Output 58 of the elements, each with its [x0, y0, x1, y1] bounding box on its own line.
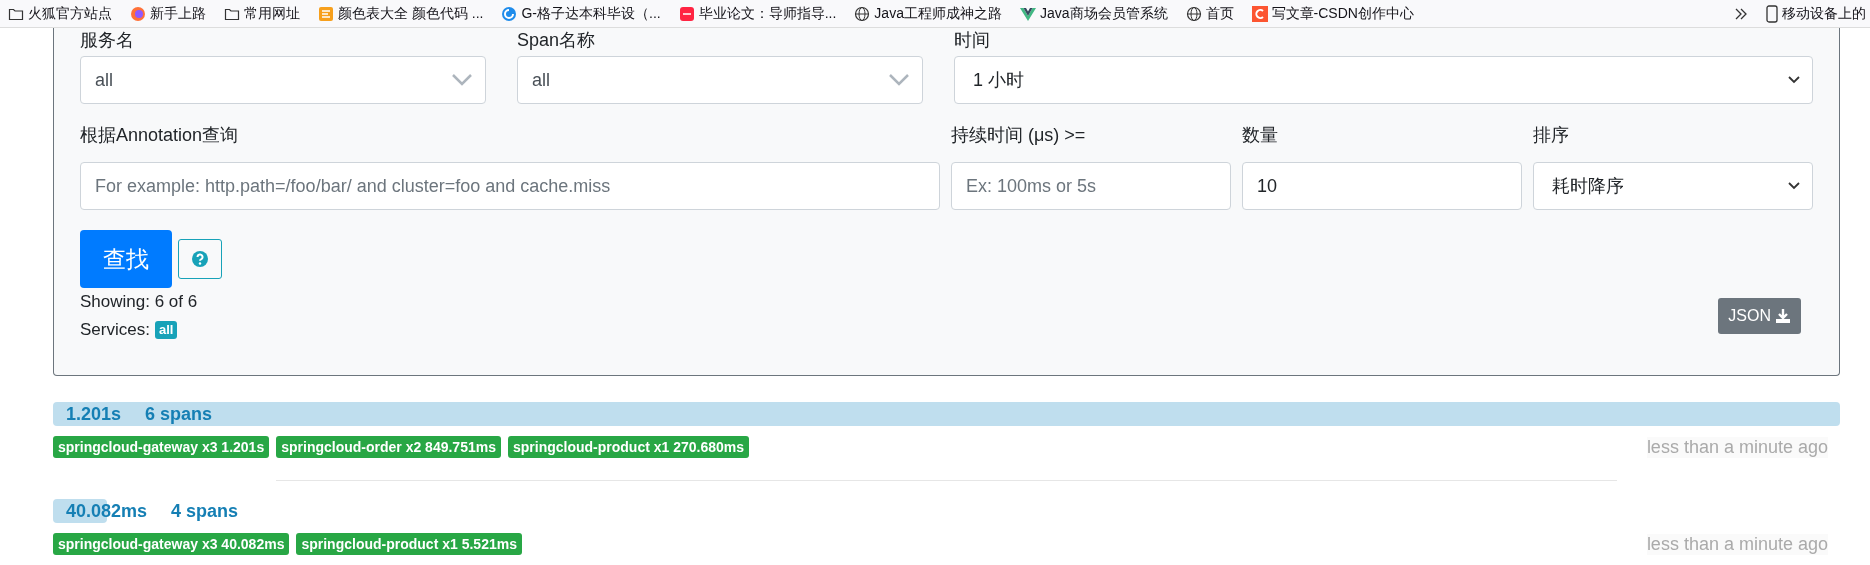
- palette-icon: [318, 5, 334, 22]
- service-tag: springcloud-gateway x3 1.201s: [53, 436, 270, 458]
- service-tag: springcloud-product x1 5.521ms: [296, 533, 522, 555]
- select-field[interactable]: all: [517, 56, 923, 104]
- select-field[interactable]: 1 小时: [954, 56, 1813, 104]
- chevron-down-icon: [1788, 76, 1800, 84]
- bookmark-link[interactable]: 新手上路: [130, 4, 206, 23]
- chevron-down-icon: [1788, 182, 1800, 190]
- help-button[interactable]: [178, 239, 222, 279]
- question-icon: [191, 250, 209, 268]
- input-field[interactable]: 10: [1242, 162, 1522, 210]
- bookmark-link[interactable]: Java工程师成神之路: [854, 4, 1002, 23]
- service-tag: springcloud-gateway x3 40.082ms: [53, 533, 290, 555]
- globe-icon: [1185, 5, 1202, 22]
- select-field[interactable]: all: [80, 56, 486, 104]
- service-tag: springcloud-product x1 270.680ms: [507, 436, 750, 458]
- globe-icon: [854, 5, 871, 22]
- chevron-down-icon: [451, 73, 473, 87]
- bookmark-link[interactable]: 颜色表大全 颜色代码 ...: [318, 4, 484, 23]
- bookmark-link[interactable]: Java商场会员管系统: [1019, 4, 1168, 23]
- phone-icon: [1766, 4, 1778, 23]
- input-field[interactable]: For example: http.path=/foo/bar/ and cluster=foo and cache.miss: [80, 162, 940, 210]
- service-tag: springcloud-order x2 849.751ms: [276, 436, 501, 458]
- browser-icon: [130, 5, 146, 22]
- results-count: Showing: 6 of 6: [80, 291, 198, 313]
- bookmark-link[interactable]: 移动设备上的: [1766, 4, 1866, 23]
- bookmark-link[interactable]: 火狐官方站点: [8, 4, 112, 23]
- trace-time: less than a minute ago: [1646, 533, 1828, 555]
- v-logo-icon: [1019, 5, 1036, 22]
- select-field[interactable]: 耗时降序: [1533, 162, 1813, 210]
- field-label: 根据Annotation查询: [80, 124, 240, 147]
- input-field[interactable]: Ex: 100ms or 5s: [951, 162, 1231, 210]
- swirl-icon: [501, 5, 518, 22]
- bookmark-link[interactable]: 首页: [1185, 4, 1234, 23]
- field-label: Span名称: [517, 29, 597, 52]
- app-logo-icon: [678, 5, 695, 22]
- bookmark-link[interactable]: 写文章-CSDN创作中心: [1251, 4, 1414, 23]
- bookmark-link[interactable]: 毕业论文：导师指导...: [678, 4, 837, 23]
- field-label: 持续时间 (μs) >=: [951, 124, 1087, 147]
- json-download-button[interactable]: JSON: [1718, 298, 1801, 334]
- trace-duration: 40.082ms: [66, 500, 148, 522]
- field-label: 服务名: [80, 29, 135, 52]
- trace-duration: 1.201s: [66, 403, 122, 425]
- span-count: 6 spans: [145, 403, 213, 425]
- chevron-down-icon: [888, 73, 910, 87]
- download-icon: [1775, 308, 1791, 324]
- bookmark-link[interactable]: G-格子达本科毕设（...: [501, 4, 661, 23]
- trace-time: less than a minute ago: [1646, 436, 1828, 458]
- services-label: Services:: [80, 319, 150, 341]
- span-count: 4 spans: [171, 500, 239, 522]
- field-label: 排序: [1533, 124, 1570, 147]
- c-logo-icon: [1251, 5, 1268, 22]
- bookmark-link[interactable]: 常用网址: [224, 4, 300, 23]
- field-label: 时间: [954, 29, 991, 52]
- duration-track[interactable]: 40.082ms 4 spans: [53, 499, 1840, 523]
- field-label: 数量: [1242, 124, 1279, 147]
- double-chevron-icon[interactable]: [1734, 6, 1748, 21]
- search-button[interactable]: 查找: [80, 230, 172, 288]
